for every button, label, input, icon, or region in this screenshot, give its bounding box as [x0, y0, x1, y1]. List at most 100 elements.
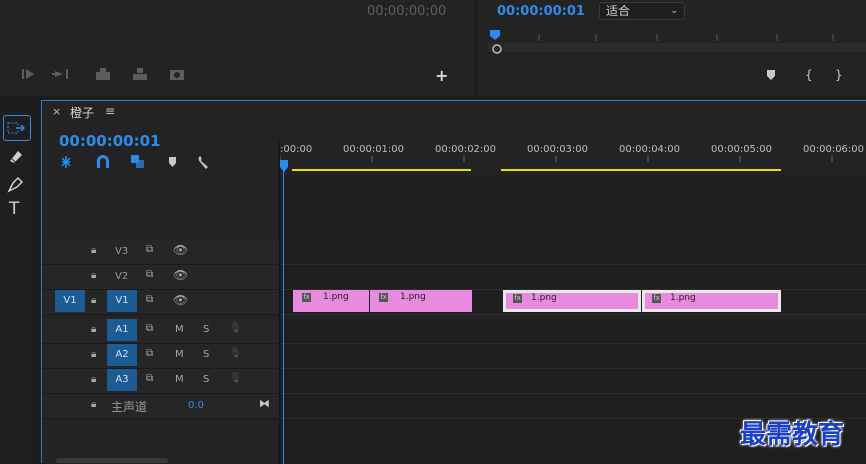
- track-lane-v3[interactable]: [280, 240, 866, 265]
- track-header-a1[interactable]: 🔒︎ A1 ⧉ M S 🎙︎: [43, 319, 279, 344]
- mute-button[interactable]: M: [175, 349, 184, 360]
- track-header-v2[interactable]: 🔒︎ V2 ⧉ 👁︎: [43, 265, 279, 290]
- track-header-v1[interactable]: V1 🔒︎ V1 ⧉ 👁︎: [43, 290, 279, 315]
- tools-panel: T: [0, 111, 34, 463]
- sequence-tab-title[interactable]: 橙子: [70, 104, 94, 121]
- track-name: V3: [115, 246, 129, 257]
- extract-icon[interactable]: [133, 68, 147, 80]
- microphone-icon[interactable]: 🎙︎: [229, 323, 242, 334]
- track-target-a3[interactable]: A3: [107, 369, 137, 391]
- track-lane-v2[interactable]: [280, 265, 866, 290]
- ruler-label: 00:00:02:00: [435, 144, 497, 155]
- timeline-timecode[interactable]: 00:00:00:01: [59, 132, 161, 150]
- track-target-a2[interactable]: A2: [107, 344, 137, 366]
- close-tab-button[interactable]: ×: [52, 105, 61, 118]
- track-header-a2[interactable]: 🔒︎ A2 ⧉ M S 🎙︎: [43, 344, 279, 369]
- track-target-a1[interactable]: A1: [107, 319, 137, 341]
- clip-selected[interactable]: fx 1.png: [503, 290, 641, 312]
- track-name: V2: [115, 271, 129, 282]
- horizontal-scrollbar[interactable]: [56, 458, 168, 463]
- clip[interactable]: fx 1.png: [293, 290, 369, 312]
- lock-icon[interactable]: 🔒︎: [91, 295, 96, 306]
- linked-selection-icon[interactable]: [131, 155, 144, 168]
- mute-button[interactable]: M: [175, 324, 184, 335]
- fx-icon: fx: [302, 293, 311, 302]
- add-marker-icon[interactable]: [169, 157, 176, 167]
- clip[interactable]: fx 1.png: [370, 290, 472, 312]
- zoom-select-value: 适合: [606, 4, 631, 18]
- camera-icon[interactable]: [170, 70, 184, 80]
- mark-out-icon[interactable]: }: [835, 68, 843, 82]
- master-track-header[interactable]: 🔒︎ 主声道 0.0 ⧓: [43, 394, 279, 419]
- source-monitor-panel: 00;00;00;00 +: [0, 0, 474, 96]
- track-lane-v1[interactable]: fx 1.png fx 1.png fx 1.png fx 1.png: [280, 290, 866, 315]
- lock-icon[interactable]: 🔒︎: [91, 349, 96, 360]
- ruler-label: :00:00: [280, 144, 313, 155]
- clip-name: 1.png: [323, 292, 349, 302]
- program-mini-ruler[interactable]: [487, 28, 866, 56]
- eye-icon[interactable]: 👁︎: [173, 268, 188, 282]
- snap-icon[interactable]: [97, 155, 109, 168]
- lock-icon[interactable]: 🔒︎: [91, 399, 96, 410]
- ruler-label: 00:00:05:00: [711, 144, 773, 155]
- sync-lock-icon[interactable]: ⧉: [146, 323, 153, 334]
- track-target-v1[interactable]: V1: [107, 290, 137, 312]
- insert-icon[interactable]: [52, 69, 68, 79]
- zoom-select[interactable]: 适合 ⌄: [599, 2, 685, 20]
- timeline-tools: [61, 155, 208, 169]
- playhead-line: [283, 167, 284, 464]
- ruler-ticks: [280, 156, 833, 171]
- mute-button[interactable]: M: [175, 374, 184, 385]
- collapse-icon[interactable]: ⧓: [259, 397, 270, 410]
- clip-name: 1.png: [670, 293, 696, 303]
- lock-icon[interactable]: 🔒︎: [91, 374, 96, 385]
- solo-button[interactable]: S: [203, 349, 209, 360]
- marker-icon[interactable]: [767, 70, 775, 80]
- sync-lock-icon[interactable]: ⧉: [146, 244, 153, 255]
- track-lane-a3[interactable]: [280, 369, 866, 394]
- clip-name: 1.png: [531, 293, 557, 303]
- program-marker-controls: { }: [767, 68, 843, 82]
- sync-lock-icon[interactable]: ⧉: [146, 348, 153, 359]
- pen-tool-icon[interactable]: [6, 174, 26, 194]
- eye-icon[interactable]: 👁︎: [173, 243, 188, 257]
- solo-button[interactable]: S: [203, 374, 209, 385]
- track-select-tool-icon[interactable]: [3, 115, 31, 141]
- timeline-panel: × 橙子 ≡ 00:00:00:01 :00:00 00:00:01:00 00…: [41, 100, 866, 464]
- type-tool-icon[interactable]: T: [9, 199, 19, 219]
- time-ruler[interactable]: :00:00 00:00:01:00 00:00:02:00 00:00:03:…: [280, 141, 866, 175]
- solo-button[interactable]: S: [203, 324, 209, 335]
- program-timecode[interactable]: 00:00:00:01: [497, 4, 585, 19]
- wrench-icon[interactable]: [198, 156, 208, 169]
- track-lane-a1[interactable]: [280, 319, 866, 344]
- sync-lock-icon[interactable]: ⧉: [146, 269, 153, 280]
- mark-in-icon[interactable]: {: [805, 68, 813, 82]
- razor-tool-icon[interactable]: [6, 147, 26, 167]
- ruler-label: 00:00:03:00: [527, 144, 589, 155]
- source-patch-v1[interactable]: V1: [55, 290, 85, 312]
- ruler-label: 00:00:04:00: [619, 144, 681, 155]
- add-button-icon[interactable]: +: [435, 66, 448, 85]
- sync-lock-icon[interactable]: ⧉: [146, 373, 153, 384]
- lock-icon[interactable]: 🔒︎: [91, 324, 96, 335]
- clip-selected[interactable]: fx 1.png: [642, 290, 781, 312]
- track-header-a3[interactable]: 🔒︎ A3 ⧉ M S 🎙︎: [43, 369, 279, 394]
- lock-icon[interactable]: 🔒︎: [91, 270, 96, 281]
- playhead-handle-icon[interactable]: [280, 157, 288, 172]
- lift-icon[interactable]: [96, 68, 110, 80]
- track-header-v3[interactable]: 🔒︎ V3 ⧉ 👁︎: [43, 240, 279, 265]
- master-volume-value[interactable]: 0.0: [188, 400, 204, 411]
- chevron-down-icon: ⌄: [670, 6, 678, 16]
- sync-lock-icon[interactable]: ⧉: [146, 294, 153, 305]
- source-timecode[interactable]: 00;00;00;00: [367, 4, 446, 19]
- fx-icon: fx: [379, 293, 388, 302]
- track-lane-a2[interactable]: [280, 344, 866, 369]
- microphone-icon[interactable]: 🎙︎: [229, 373, 242, 384]
- microphone-icon[interactable]: 🎙︎: [229, 348, 242, 359]
- lock-icon[interactable]: 🔒︎: [91, 245, 96, 256]
- eye-icon[interactable]: 👁︎: [173, 293, 188, 307]
- step-back-icon[interactable]: [22, 69, 34, 79]
- ruler-label: 00:00:06:00: [803, 144, 865, 155]
- nest-toggle-icon[interactable]: [61, 156, 71, 168]
- panel-menu-icon[interactable]: ≡: [105, 104, 115, 118]
